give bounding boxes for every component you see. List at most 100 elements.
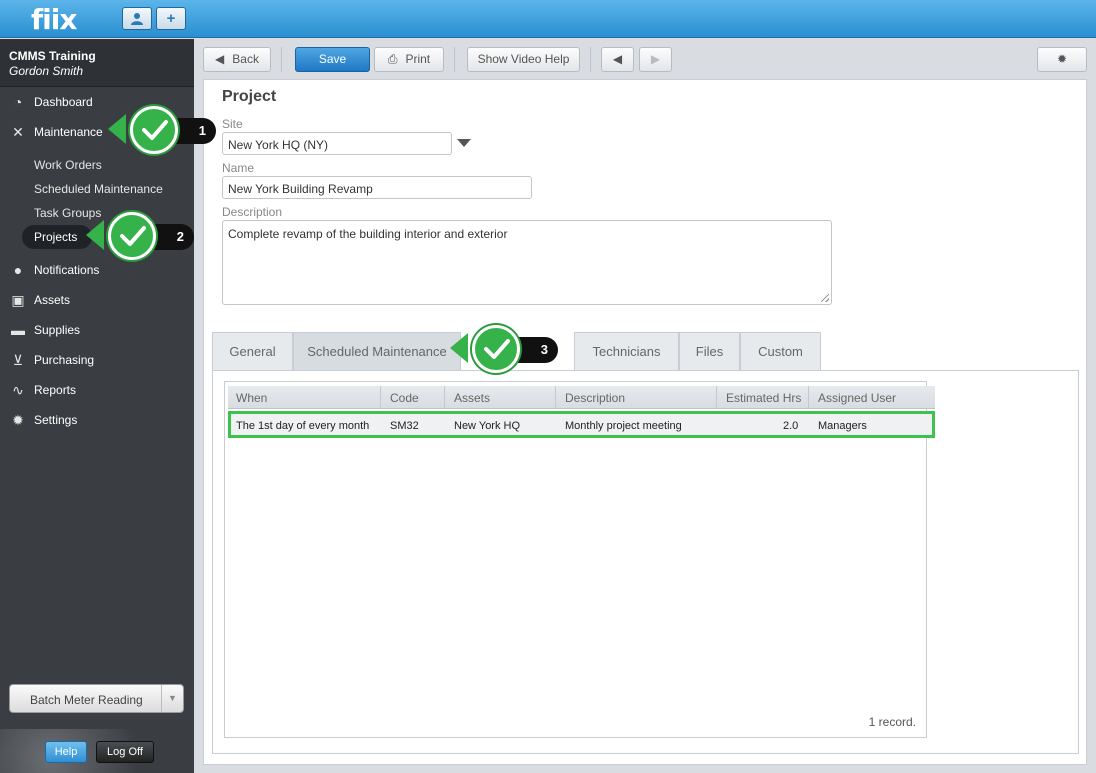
page-title: Project bbox=[222, 88, 277, 105]
previous-record-button[interactable]: ◀ bbox=[601, 47, 634, 72]
add-button[interactable]: + bbox=[156, 7, 186, 30]
divider bbox=[590, 47, 591, 72]
description-label: Description bbox=[222, 205, 283, 219]
chevron-down-icon[interactable]: ▼ bbox=[161, 685, 183, 712]
resize-handle[interactable] bbox=[821, 294, 829, 302]
site-label: Site bbox=[222, 117, 243, 131]
divider bbox=[454, 47, 455, 72]
user-box: CMMS Training Gordon Smith bbox=[0, 39, 194, 87]
cart-icon: ⊻ bbox=[12, 352, 24, 368]
column-header-estimated-hrs[interactable]: Estimated Hrs bbox=[726, 391, 801, 405]
help-button[interactable]: Help bbox=[45, 741, 87, 763]
sidebar-subitem-work-orders[interactable]: Work Orders bbox=[34, 158, 102, 172]
tab-files[interactable]: Files bbox=[679, 332, 740, 371]
table-row[interactable]: The 1st day of every month SM32 New York… bbox=[228, 411, 935, 438]
batch-meter-reading-button[interactable]: Batch Meter Reading ▼ bbox=[9, 684, 184, 713]
sidebar-item-label: Reports bbox=[34, 383, 77, 397]
org-name: CMMS Training bbox=[9, 49, 96, 63]
scheduled-maintenance-grid: When Code Assets Description Estimated H… bbox=[224, 381, 935, 738]
show-video-help-button[interactable]: Show Video Help bbox=[467, 47, 580, 72]
column-header-description[interactable]: Description bbox=[565, 391, 625, 405]
sidebar-item-label: Maintenance bbox=[34, 125, 103, 139]
chart-icon: ∿ bbox=[12, 382, 24, 398]
print-label: Print bbox=[405, 52, 431, 66]
column-header-assigned-user[interactable]: Assigned User bbox=[818, 391, 896, 405]
sidebar-item-reports[interactable]: ∿ Reports bbox=[0, 377, 194, 403]
sidebar-subitem-scheduled-maintenance[interactable]: Scheduled Maintenance bbox=[34, 182, 163, 196]
tools-icon: ✕ bbox=[12, 124, 24, 140]
sidebar-item-label: Purchasing bbox=[34, 353, 95, 367]
cell-estimated-hrs: 2.0 bbox=[783, 420, 799, 432]
fiix-logo[interactable]: fiix bbox=[31, 3, 77, 36]
tab-custom[interactable]: Custom bbox=[740, 332, 821, 371]
gear-icon: ✹ bbox=[1056, 52, 1068, 66]
top-bar: fiix + bbox=[0, 0, 1096, 38]
back-button[interactable]: ◀ Back bbox=[203, 47, 271, 72]
chevron-down-icon[interactable] bbox=[457, 139, 471, 147]
arrow-left-icon: ◀ bbox=[612, 52, 623, 66]
sidebar-item-label: Settings bbox=[34, 413, 78, 427]
printer-icon: ⎙ bbox=[387, 52, 398, 66]
step-callout-1: 1 bbox=[108, 106, 218, 156]
divider bbox=[281, 47, 282, 72]
cell-assigned-user: Managers bbox=[818, 420, 867, 432]
description-field[interactable]: Complete revamp of the building interior… bbox=[222, 220, 832, 305]
column-divider bbox=[380, 386, 381, 409]
dashboard-icon: ◔ bbox=[13, 94, 23, 110]
sidebar-item-assets[interactable]: ▣ Assets bbox=[0, 287, 194, 313]
user-name: Gordon Smith bbox=[9, 64, 84, 78]
gear-icon: ✹ bbox=[12, 412, 24, 428]
next-record-button[interactable]: ▶ bbox=[639, 47, 672, 72]
checkmark-icon bbox=[130, 106, 178, 154]
truck-icon: ▬ bbox=[11, 322, 25, 338]
sidebar-item-label: Assets bbox=[34, 293, 71, 307]
back-label: Back bbox=[232, 52, 259, 66]
sidebar-item-label: Notifications bbox=[34, 263, 100, 277]
tab-panel: When Code Assets Description Estimated H… bbox=[212, 370, 1079, 754]
column-divider bbox=[716, 386, 717, 409]
arrow-left-icon: ◀ bbox=[215, 52, 225, 66]
checkmark-icon bbox=[472, 325, 520, 373]
name-field[interactable]: New York Building Revamp bbox=[222, 176, 532, 199]
callout-arrow bbox=[450, 333, 468, 363]
column-divider bbox=[555, 386, 556, 409]
user-button[interactable] bbox=[122, 7, 152, 30]
toolbar: ◀ Back Save ⎙ Print Show Video Help ◀ ▶ ✹ bbox=[194, 39, 1096, 79]
callout-arrow bbox=[108, 114, 126, 144]
column-divider bbox=[808, 386, 809, 409]
box-icon: ▣ bbox=[11, 292, 25, 308]
arrow-right-icon: ▶ bbox=[650, 52, 661, 66]
save-button[interactable]: Save bbox=[295, 47, 370, 72]
main-panel: Project Site New York HQ (NY) Name New Y… bbox=[203, 79, 1087, 765]
tab-technicians[interactable]: Technicians bbox=[574, 332, 679, 371]
column-header-code[interactable]: Code bbox=[390, 391, 419, 405]
chat-icon: ● bbox=[13, 262, 23, 278]
cell-description: Monthly project meeting bbox=[565, 420, 682, 432]
column-header-assets[interactable]: Assets bbox=[454, 391, 490, 405]
column-divider bbox=[444, 386, 445, 409]
sidebar-item-settings[interactable]: ✹ Settings bbox=[0, 407, 194, 433]
sidebar-item-supplies[interactable]: ▬ Supplies bbox=[0, 317, 194, 343]
step-callout-3: 3 bbox=[450, 325, 560, 375]
settings-button[interactable]: ✹ bbox=[1037, 47, 1087, 72]
description-text: Complete revamp of the building interior… bbox=[228, 227, 508, 241]
step-callout-2: 2 bbox=[86, 212, 196, 262]
tab-general[interactable]: General bbox=[212, 332, 293, 371]
batch-label: Batch Meter Reading bbox=[30, 693, 143, 707]
record-count: 1 record. bbox=[868, 715, 916, 729]
sidebar-item-purchasing[interactable]: ⊻ Purchasing bbox=[0, 347, 194, 373]
user-icon bbox=[131, 13, 143, 25]
cell-assets: New York HQ bbox=[454, 420, 521, 432]
sidebar-subitem-projects[interactable]: Projects bbox=[34, 230, 77, 244]
sidebar-item-label: Dashboard bbox=[34, 95, 93, 109]
print-button[interactable]: ⎙ Print bbox=[374, 47, 444, 72]
checkmark-icon bbox=[108, 212, 156, 260]
cell-when: The 1st day of every month bbox=[236, 420, 370, 432]
callout-arrow bbox=[86, 220, 104, 250]
cell-code: SM32 bbox=[390, 420, 419, 432]
site-select[interactable]: New York HQ (NY) bbox=[222, 132, 452, 155]
tab-scheduled-maintenance[interactable]: Scheduled Maintenance bbox=[293, 332, 461, 371]
bottom-bar: Help Log Off bbox=[0, 729, 194, 773]
log-off-button[interactable]: Log Off bbox=[96, 741, 154, 763]
column-header-when[interactable]: When bbox=[236, 391, 267, 405]
